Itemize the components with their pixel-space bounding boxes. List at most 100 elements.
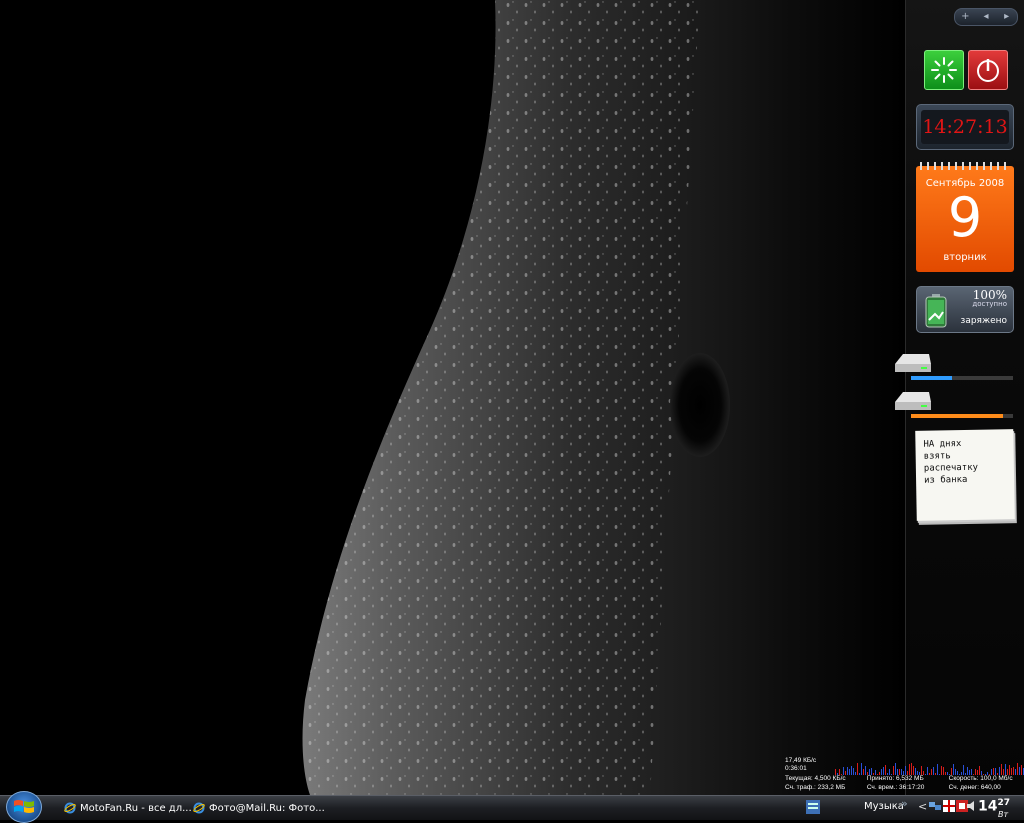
traffic-bar <box>1001 764 1002 775</box>
traffic-bar <box>967 767 968 775</box>
network-stats-row-2: Сч. траф.: 233,2 МБ Сч. врем.: 36:17:20 … <box>785 784 1024 792</box>
traffic-bar <box>921 766 922 775</box>
network-meter[interactable]: 17,49 КБ/с 0:36:01 Текущая: 4,500 КБ/с П… <box>785 757 1024 795</box>
music-toolbar-label[interactable]: Музыка <box>864 801 904 812</box>
hard-drive-icon <box>895 354 931 372</box>
traffic-bar <box>995 768 996 775</box>
traffic-bar <box>851 766 852 775</box>
traffic-bar <box>905 766 906 775</box>
traffic-bar <box>861 763 862 775</box>
notes-gadget[interactable]: НА днях взять распечатку из банка <box>915 429 1015 521</box>
network-money: Сч. денег: 640,00 <box>948 784 1001 791</box>
taskbar: MotoFan.Ru - все дл... Фото@Mail.Ru: Фот… <box>0 791 1024 823</box>
calendar-gadget[interactable]: Сентябрь 2008 9 вторник <box>916 162 1014 272</box>
taskbar-clock-hours: 14 <box>978 798 998 815</box>
traffic-bar <box>1019 767 1020 775</box>
traffic-bar <box>915 768 916 775</box>
toolbar-chevron-icon[interactable]: » <box>901 797 908 810</box>
app-tray-icon[interactable] <box>806 800 820 814</box>
taskbar-clock-minutes: 27 <box>997 798 1011 808</box>
traffic-bar <box>963 765 964 775</box>
desktop-wallpaper <box>0 0 905 795</box>
clock-time: 14:27:13 <box>921 110 1009 144</box>
traffic-bar <box>953 764 954 775</box>
network-tray-icon[interactable] <box>929 800 941 812</box>
volume-tray-icon[interactable] <box>967 800 977 812</box>
add-gadget-button[interactable]: + <box>957 10 973 24</box>
taskbar-item-motofan[interactable]: MotoFan.Ru - все дл... <box>64 799 192 817</box>
taskbar-item-foto-mail[interactable]: Фото@Mail.Ru: Фото... <box>193 799 325 817</box>
drive-meter-2[interactable] <box>893 390 1015 420</box>
power-icon <box>977 59 999 82</box>
network-traffic: Сч. траф.: 233,2 МБ <box>785 784 846 791</box>
traffic-bar <box>895 763 896 775</box>
taskbar-item-label: MotoFan.Ru - все дл... <box>80 802 192 814</box>
traffic-bar <box>941 766 942 775</box>
drive-meter-1[interactable] <box>893 352 1015 382</box>
battery-available-label: доступно <box>972 300 1007 308</box>
sidebar-controls: + ◂ ▸ <box>954 8 1018 26</box>
network-speed-now: 17,49 КБ/с <box>785 757 817 764</box>
traffic-bar <box>865 766 866 775</box>
traffic-bar <box>999 767 1000 775</box>
traffic-bar <box>857 763 858 775</box>
calendar-rings <box>920 162 1010 170</box>
traffic-bar <box>1011 768 1012 775</box>
sidebar-panel: + ◂ ▸ 14:27:13 Сентябрь 2008 9 вторник 1… <box>895 0 1024 795</box>
traffic-bar <box>1021 765 1022 775</box>
traffic-bar <box>913 766 914 775</box>
note-line: из банка <box>924 474 968 486</box>
taskbar-clock[interactable]: 1427 Вт <box>978 798 1011 819</box>
calendar-weekday: вторник <box>943 252 987 263</box>
windows-logo-icon <box>14 800 34 813</box>
traffic-bar <box>979 766 980 775</box>
drive-usage-bar-2 <box>911 414 1013 418</box>
taskbar-item-label: Фото@Mail.Ru: Фото... <box>209 802 325 814</box>
traffic-bar <box>847 767 848 775</box>
taskbar-clock-weekday: Вт <box>998 810 1009 819</box>
traffic-bar <box>933 767 934 775</box>
shutdown-button[interactable] <box>968 50 1008 90</box>
network-session-time: 0:36:01 <box>785 765 807 772</box>
start-button[interactable] <box>6 791 42 823</box>
traffic-bar <box>993 768 994 775</box>
traffic-bar <box>1017 763 1018 775</box>
drive-usage-bar-1 <box>911 376 1013 380</box>
traffic-bar <box>951 768 952 775</box>
hard-drive-icon <box>895 392 931 410</box>
traffic-bar <box>843 767 844 775</box>
traffic-bar <box>909 764 910 775</box>
traffic-bar <box>937 764 938 775</box>
traffic-bar <box>911 763 912 775</box>
previous-page-button[interactable]: ◂ <box>978 10 994 24</box>
traffic-bar <box>1005 764 1006 775</box>
language-flag-icon[interactable] <box>943 800 955 812</box>
battery-status: заряжено <box>960 316 1007 326</box>
network-current: Текущая: 4,500 КБ/с <box>785 775 846 782</box>
network-received: Принято: 6,532 МБ <box>866 775 924 782</box>
battery-icon <box>925 294 947 328</box>
restart-icon <box>931 57 957 83</box>
internet-explorer-icon <box>193 802 205 814</box>
network-stats-row-1: Текущая: 4,500 КБ/с Принято: 6,532 МБ Ск… <box>785 775 1024 783</box>
restart-button[interactable] <box>924 50 964 90</box>
battery-gadget[interactable]: 100% доступно заряжено <box>916 286 1014 333</box>
power-gadget <box>924 50 1008 90</box>
drive-usage-fill-2 <box>911 414 1003 418</box>
traffic-bar <box>871 768 872 775</box>
drive-usage-fill-1 <box>911 376 952 380</box>
traffic-bar <box>853 768 854 775</box>
network-time: Сч. врем.: 36:17:20 <box>866 784 925 791</box>
show-hidden-icons-arrow-icon[interactable]: < <box>918 800 927 813</box>
traffic-bar <box>927 767 928 775</box>
calendar-day: 9 <box>947 186 983 249</box>
clock-gadget[interactable]: 14:27:13 <box>916 104 1014 150</box>
traffic-bar <box>893 766 894 775</box>
traffic-bar <box>883 767 884 775</box>
traffic-bar <box>1013 767 1014 775</box>
network-speed: Скорость: 100,0 Мб/с <box>948 775 1013 782</box>
next-page-button[interactable]: ▸ <box>999 10 1015 24</box>
internet-explorer-icon <box>64 802 76 814</box>
network-speed-block: 17,49 КБ/с 0:36:01 <box>785 757 816 773</box>
network-traffic-graph <box>835 763 1024 775</box>
